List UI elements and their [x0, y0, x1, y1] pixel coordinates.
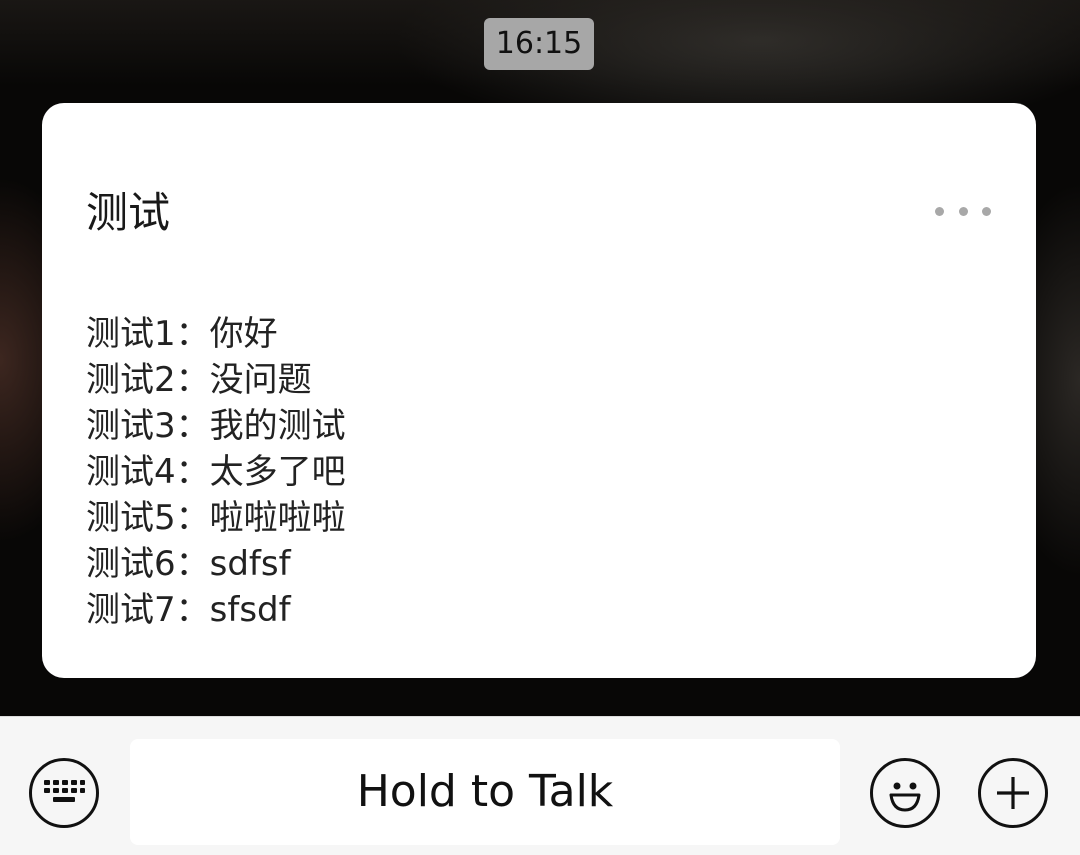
message-timestamp: 16:15 [484, 18, 594, 70]
emoji-button[interactable] [870, 758, 940, 828]
keyboard-toggle-button[interactable] [29, 758, 99, 828]
hold-to-talk-button[interactable]: Hold to Talk [130, 739, 840, 845]
card-line: 测试6：sdfsf [86, 544, 291, 584]
card-line: 测试3：我的测试 [86, 406, 346, 446]
keyboard-icon [44, 780, 85, 802]
more-dots-icon[interactable] [935, 205, 991, 217]
message-card[interactable]: 测试 测试1：你好 测试2：没问题 测试3：我的测试 测试4：太多了吧 测试5：… [42, 103, 1036, 678]
card-content-list: 测试1：你好 测试2：没问题 测试3：我的测试 测试4：太多了吧 测试5：啦啦啦… [86, 311, 346, 633]
card-title: 测试 [86, 188, 171, 237]
card-line: 测试1：你好 [86, 314, 278, 354]
emoji-icon [889, 782, 921, 812]
card-line: 测试5：啦啦啦啦 [86, 498, 346, 538]
card-line: 测试4：太多了吧 [86, 452, 346, 492]
input-bar: Hold to Talk [0, 716, 1080, 855]
more-options-button[interactable] [978, 758, 1048, 828]
plus-icon [997, 777, 1029, 809]
card-line: 测试2：没问题 [86, 360, 312, 400]
card-line: 测试7：sfsdf [86, 590, 291, 630]
